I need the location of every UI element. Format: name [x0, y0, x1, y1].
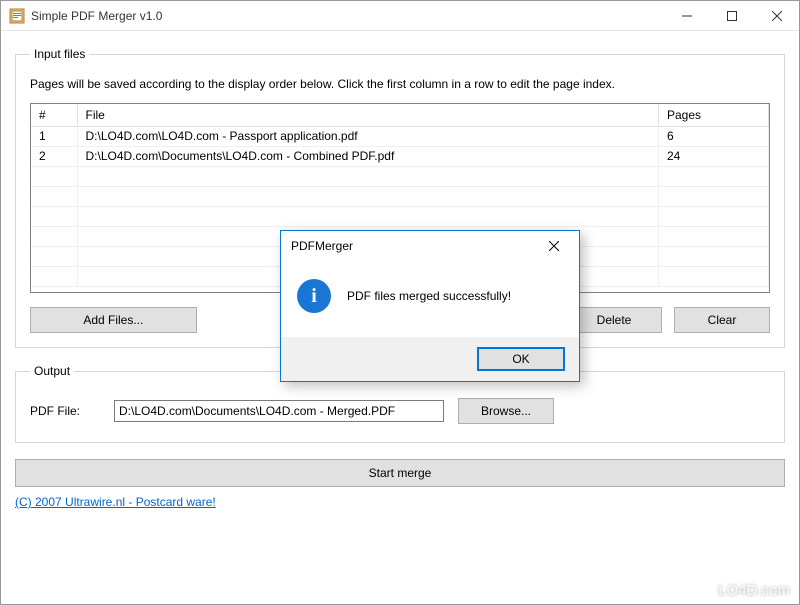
col-index[interactable]: # [31, 104, 77, 126]
table-row[interactable]: 2D:\LO4D.com\Documents\LO4D.com - Combin… [31, 146, 769, 166]
table-row [31, 206, 769, 226]
window-buttons [664, 1, 799, 30]
close-button[interactable] [754, 1, 799, 30]
output-path-input[interactable] [114, 400, 444, 422]
cell-idx [31, 206, 77, 226]
add-files-button[interactable]: Add Files... [30, 307, 197, 333]
dialog-ok-button[interactable]: OK [477, 347, 565, 371]
cell-pages: 6 [659, 126, 769, 146]
table-row [31, 186, 769, 206]
cell-pages [659, 166, 769, 186]
instructions-text: Pages will be saved according to the dis… [30, 77, 770, 91]
titlebar: Simple PDF Merger v1.0 [1, 1, 799, 31]
cell-idx [31, 186, 77, 206]
cell-file: D:\LO4D.com\Documents\LO4D.com - Combine… [77, 146, 659, 166]
cell-file [77, 206, 659, 226]
output-legend: Output [30, 364, 74, 378]
dialog-titlebar: PDFMerger [281, 231, 579, 261]
cell-idx: 2 [31, 146, 77, 166]
clear-button[interactable]: Clear [674, 307, 770, 333]
credit-link[interactable]: (C) 2007 Ultrawire.nl - Postcard ware! [15, 495, 785, 509]
minimize-button[interactable] [664, 1, 709, 30]
output-label: PDF File: [30, 404, 100, 418]
cell-idx [31, 246, 77, 266]
cell-idx [31, 166, 77, 186]
cell-pages [659, 246, 769, 266]
cell-file: D:\LO4D.com\LO4D.com - Passport applicat… [77, 126, 659, 146]
delete-button[interactable]: Delete [566, 307, 662, 333]
cell-file [77, 186, 659, 206]
maximize-button[interactable] [709, 1, 754, 30]
cell-pages [659, 226, 769, 246]
cell-idx [31, 266, 77, 286]
cell-idx [31, 226, 77, 246]
table-row[interactable]: 1D:\LO4D.com\LO4D.com - Passport applica… [31, 126, 769, 146]
window-title: Simple PDF Merger v1.0 [31, 9, 162, 23]
col-file[interactable]: File [77, 104, 659, 126]
browse-button[interactable]: Browse... [458, 398, 554, 424]
cell-pages [659, 186, 769, 206]
app-icon [9, 8, 25, 24]
message-dialog: PDFMerger i PDF files merged successfull… [280, 230, 580, 382]
cell-pages [659, 266, 769, 286]
dialog-message: PDF files merged successfully! [347, 289, 511, 303]
cell-idx: 1 [31, 126, 77, 146]
dialog-close-button[interactable] [535, 233, 573, 259]
cell-file [77, 166, 659, 186]
info-icon: i [297, 279, 331, 313]
dialog-title: PDFMerger [291, 239, 353, 253]
start-merge-button[interactable]: Start merge [15, 459, 785, 487]
table-row [31, 166, 769, 186]
cell-pages: 24 [659, 146, 769, 166]
input-files-legend: Input files [30, 47, 89, 61]
col-pages[interactable]: Pages [659, 104, 769, 126]
cell-pages [659, 206, 769, 226]
